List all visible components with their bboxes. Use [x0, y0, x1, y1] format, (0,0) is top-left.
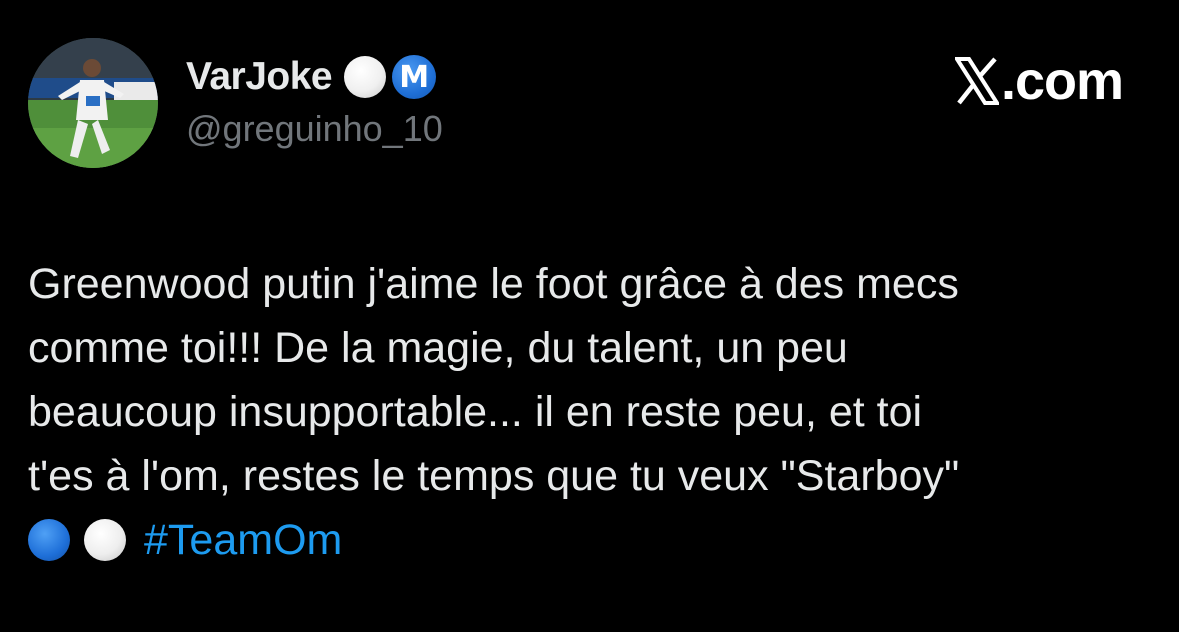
display-name-row: VarJoke M — [186, 52, 437, 102]
x-logo-icon — [954, 57, 999, 105]
white-circle-icon — [84, 519, 126, 561]
avatar-photo — [28, 38, 158, 168]
brand-logo: .com — [954, 50, 1124, 112]
tweet-text-line: comme toi!!! De la magie, du talent, un … — [28, 324, 848, 372]
white-circle-icon — [344, 56, 387, 98]
hashtag-link[interactable]: #TeamOm — [144, 508, 342, 572]
tweet-text-emoji-row: #TeamOm — [28, 508, 1148, 572]
tweet-text-line: beaucoup insupportable... il en reste pe… — [28, 388, 923, 436]
tweet-text-line: t'es à l'om, restes le temps que tu veux… — [28, 452, 960, 500]
tweet-card[interactable]: VarJoke M @greguinho_10 .com Greenwood p… — [0, 0, 1179, 632]
m-badge-icon: M — [392, 55, 437, 99]
brand-domain: .com — [1000, 51, 1124, 111]
user-handle[interactable]: @greguinho_10 — [186, 108, 443, 150]
blue-circle-icon — [28, 519, 70, 561]
avatar[interactable] — [28, 38, 158, 168]
display-name[interactable]: VarJoke — [186, 55, 333, 99]
tweet-text-line: Greenwood putin j'aime le foot grâce à d… — [28, 260, 959, 308]
tweet-text: Greenwood putin j'aime le foot grâce à d… — [28, 252, 1148, 572]
